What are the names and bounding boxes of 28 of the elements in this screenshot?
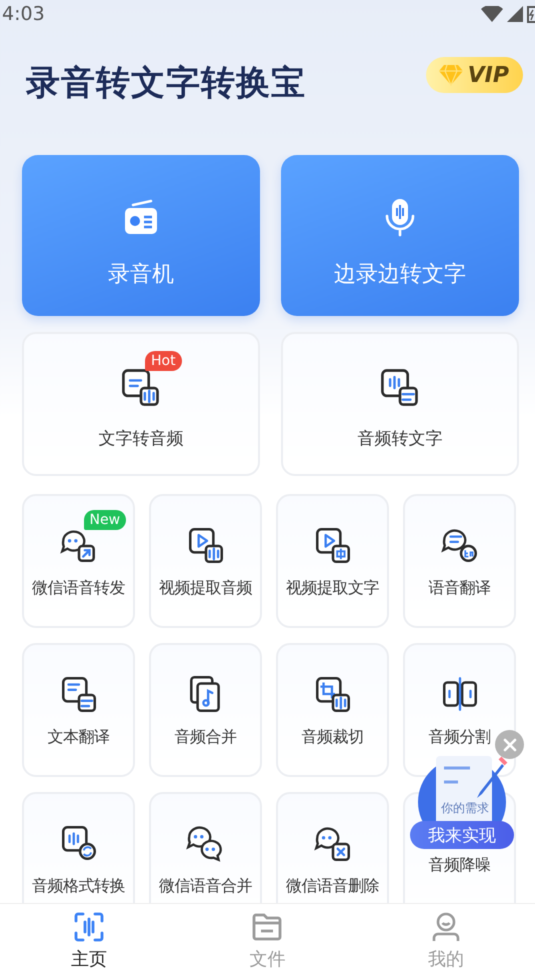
home-icon — [73, 910, 106, 942]
tool-card[interactable]: 视频提取音频 — [149, 494, 262, 628]
nav-tab[interactable]: 主页 — [0, 904, 178, 977]
app-title: 录音转文字转换宝 — [26, 62, 306, 105]
close-icon — [502, 738, 516, 752]
signal-icon — [507, 6, 523, 22]
tool-card[interactable]: 微信语音合并 — [149, 792, 262, 903]
tool-card[interactable]: 文本翻译 — [22, 643, 135, 777]
tool-card[interactable]: 音频裁切 — [276, 643, 389, 777]
status-time: 4:03 — [2, 3, 45, 25]
folder-icon — [251, 910, 284, 942]
promo-button[interactable]: 我来实现 — [410, 821, 514, 849]
new-badge: New — [84, 510, 126, 530]
tool-card[interactable]: Hot 文字转音频 — [22, 332, 260, 476]
tool-card[interactable]: 视频提取文字 — [276, 494, 389, 628]
tool-card[interactable]: 音频转文字 — [281, 332, 519, 476]
promo-caption: 你的需求 — [441, 800, 489, 817]
vip-button[interactable]: VIP — [426, 57, 523, 93]
tool-card[interactable]: 音频合并 — [149, 643, 262, 777]
tool-card[interactable]: 微信语音删除 — [276, 792, 389, 903]
tool-card[interactable]: New 微信语音转发 — [22, 494, 135, 628]
diamond-icon — [438, 64, 464, 86]
hot-badge: Hot — [145, 350, 182, 370]
tool-card[interactable]: 语音翻译 — [403, 494, 516, 628]
tool-card[interactable]: 音频格式转换 — [22, 792, 135, 903]
battery-icon — [527, 6, 535, 22]
wifi-icon — [481, 6, 503, 22]
profile-icon — [430, 910, 462, 942]
